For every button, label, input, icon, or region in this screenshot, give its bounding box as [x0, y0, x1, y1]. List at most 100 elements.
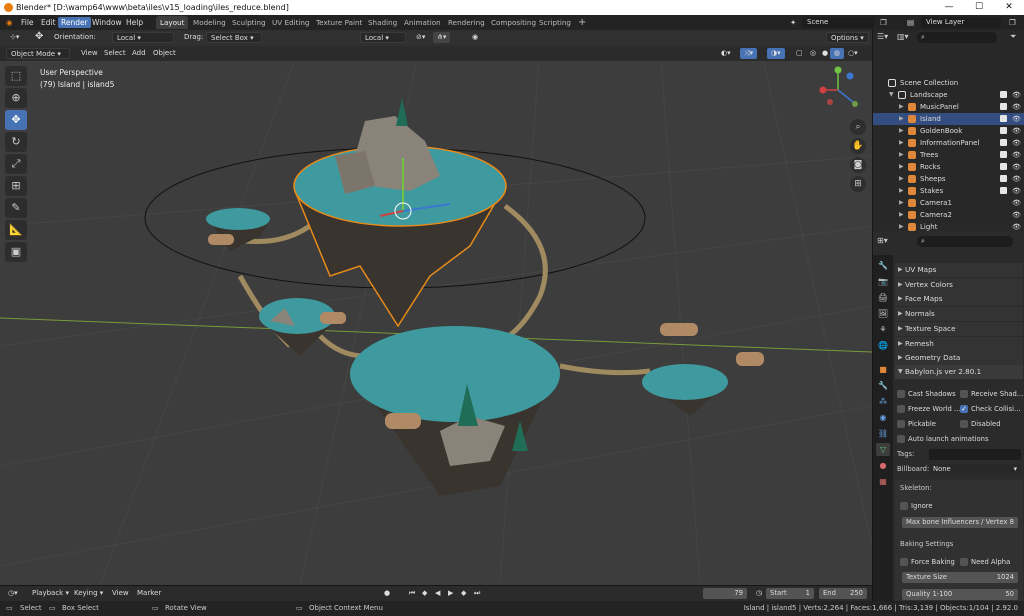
pickable-checkbox[interactable]: Pickable	[897, 418, 936, 430]
tab-uv-editing[interactable]: UV Editing	[268, 16, 314, 29]
expand-arrow-icon[interactable]: ▶	[899, 125, 904, 137]
properties-panel-header[interactable]: ▶ Vertex Colors	[895, 277, 1023, 292]
expand-arrow-icon[interactable]: ▶	[899, 197, 904, 209]
expand-arrow-icon[interactable]: ▶	[899, 185, 904, 197]
exclude-checkbox[interactable]	[1000, 175, 1007, 182]
tab-modeling[interactable]: Modeling	[189, 16, 230, 29]
menu-help[interactable]: Help	[123, 17, 146, 28]
menu-edit[interactable]: Edit	[38, 17, 59, 28]
visibility-eye-icon[interactable]: 👁	[1012, 91, 1021, 99]
menu-window[interactable]: Window	[89, 17, 125, 28]
need-alpha-checkbox[interactable]: Need Alpha	[960, 556, 1010, 568]
display-mode-icon[interactable]: ▥▾	[897, 32, 909, 41]
particles-tab-icon[interactable]: ⁂	[876, 395, 890, 408]
receive-shadows-checkbox[interactable]: Receive Shad...	[960, 388, 1023, 400]
visibility-eye-icon[interactable]: 👁	[1012, 103, 1021, 111]
proportional-edit-icon[interactable]: ◉	[468, 32, 482, 43]
keying-menu[interactable]: Keying ▾	[70, 588, 107, 599]
move-tool-icon[interactable]: ✥	[31, 31, 47, 42]
exclude-checkbox[interactable]	[1000, 91, 1007, 98]
visibility-eye-icon[interactable]: 👁	[1012, 199, 1021, 207]
object-tab-icon[interactable]: ■	[876, 363, 890, 376]
outliner-item[interactable]: ▶ Camera2 👁	[873, 209, 1024, 221]
blender-menu-icon[interactable]: ◉	[3, 17, 16, 28]
clock-icon[interactable]: ◷	[752, 588, 766, 599]
max-bone-influencers-field[interactable]: Max bone Influencers / Vertex 8	[902, 517, 1018, 528]
outliner-item[interactable]: ▶ Island 👁	[873, 113, 1024, 125]
view-layer-tab-icon[interactable]: 🖼	[876, 307, 890, 320]
outliner-item[interactable]: ▶ InformationPanel 👁	[873, 137, 1024, 149]
visibility-eye-icon[interactable]: 👁	[1012, 115, 1021, 123]
properties-panel-header[interactable]: ▶ Face Maps	[895, 292, 1023, 307]
expand-arrow-icon[interactable]: ▶	[899, 173, 904, 185]
outliner-item[interactable]: ▶ GoldenBook 👁	[873, 125, 1024, 137]
tab-sculpting[interactable]: Sculpting	[228, 16, 270, 29]
tab-rendering[interactable]: Rendering	[444, 16, 489, 29]
outliner-search-input[interactable]: ⌕	[917, 32, 997, 43]
properties-panel-header[interactable]: ▶ Geometry Data	[895, 351, 1023, 366]
next-keyframe-icon[interactable]: ◆	[457, 588, 470, 599]
outliner-item[interactable]: ▶ Trees 👁	[873, 149, 1024, 161]
exclude-checkbox[interactable]	[1000, 139, 1007, 146]
xray-icon[interactable]: ▢	[792, 48, 807, 59]
timeline-editor-icon[interactable]: ◷▾	[4, 588, 22, 599]
menu-render[interactable]: Render	[58, 17, 91, 28]
tab-compositing[interactable]: Compositing	[487, 16, 540, 29]
camera-view-icon[interactable]: ◙	[850, 157, 866, 173]
scene-icon[interactable]: ✦	[787, 17, 799, 28]
visibility-eye-icon[interactable]: 👁	[1012, 187, 1021, 195]
minimize-icon[interactable]: —	[934, 0, 964, 15]
auto-launch-animations-checkbox[interactable]: Auto launch animations	[897, 433, 989, 445]
zoom-icon[interactable]: ⌕	[850, 119, 866, 135]
maximize-icon[interactable]: ☐	[964, 0, 994, 15]
billboard-dropdown[interactable]: None ▾	[929, 464, 1021, 475]
outliner-item[interactable]: Scene Collection	[873, 77, 1024, 89]
menu-view[interactable]: View	[77, 48, 102, 59]
properties-panel-header[interactable]: ▶ UV Maps	[895, 263, 1023, 277]
expand-arrow-icon[interactable]: ▶	[899, 113, 904, 125]
menu-select[interactable]: Select	[100, 48, 130, 59]
menu-marker[interactable]: Marker	[133, 588, 165, 599]
properties-search-input[interactable]: ⌕	[917, 236, 1013, 247]
menu-timeline-view[interactable]: View	[108, 588, 133, 599]
transform-tool-icon[interactable]: ⊞	[5, 176, 27, 196]
3d-viewport[interactable]	[0, 46, 872, 585]
ignore-checkbox[interactable]: Ignore	[900, 500, 933, 512]
visibility-eye-icon[interactable]: 👁	[1012, 127, 1021, 135]
visibility-eye-icon[interactable]: 👁	[1012, 151, 1021, 159]
close-icon[interactable]: ✕	[994, 0, 1024, 15]
outliner-item[interactable]: ▼ Landscape 👁	[873, 89, 1024, 101]
end-frame-field[interactable]: End 250	[819, 588, 867, 599]
add-workspace-icon[interactable]: +	[574, 16, 590, 29]
menu-object[interactable]: Object	[149, 48, 180, 59]
texture-tab-icon[interactable]: ▦	[876, 475, 890, 488]
scene-copy-icon[interactable]: ❐	[877, 17, 890, 28]
view-layer-copy-icon[interactable]: ❐	[1006, 17, 1019, 28]
record-icon[interactable]: ●	[380, 588, 394, 599]
shading-material-icon[interactable]: ◍	[830, 48, 845, 59]
exclude-checkbox[interactable]	[1000, 163, 1007, 170]
add-cube-tool-icon[interactable]: ▣	[5, 242, 27, 262]
visibility-eye-icon[interactable]: 👁	[1012, 139, 1021, 147]
view-layer-icon[interactable]: ▤	[904, 17, 917, 28]
expand-arrow-icon[interactable]: ▶	[899, 209, 904, 221]
options-dropdown[interactable]: Options ▾	[826, 32, 869, 43]
outliner-item[interactable]: ▶ Rocks 👁	[873, 161, 1024, 173]
select-tool-icon[interactable]: ⬚	[5, 66, 27, 86]
outliner-editor-icon[interactable]: ☰▾	[877, 32, 888, 41]
exclude-checkbox[interactable]	[1000, 103, 1007, 110]
cast-shadows-checkbox[interactable]: Cast Shadows	[897, 388, 956, 400]
check-collisions-checkbox[interactable]: Check Collisi...	[960, 403, 1021, 415]
output-tab-icon[interactable]: 🖨	[876, 291, 890, 304]
tab-animation[interactable]: Animation	[400, 16, 445, 29]
playback-menu[interactable]: Playback ▾	[28, 588, 73, 599]
move-tool-icon[interactable]: ✥	[5, 110, 27, 130]
exclude-checkbox[interactable]	[1000, 187, 1007, 194]
tags-input[interactable]	[929, 449, 1021, 460]
tab-layout[interactable]: Layout	[156, 16, 189, 29]
expand-arrow-icon[interactable]: ▶	[899, 161, 904, 173]
exclude-checkbox[interactable]	[1000, 151, 1007, 158]
outliner-item[interactable]: ▶ Stakes 👁	[873, 185, 1024, 197]
play-icon[interactable]: ▶	[444, 588, 457, 599]
force-baking-checkbox[interactable]: Force Baking	[900, 556, 955, 568]
